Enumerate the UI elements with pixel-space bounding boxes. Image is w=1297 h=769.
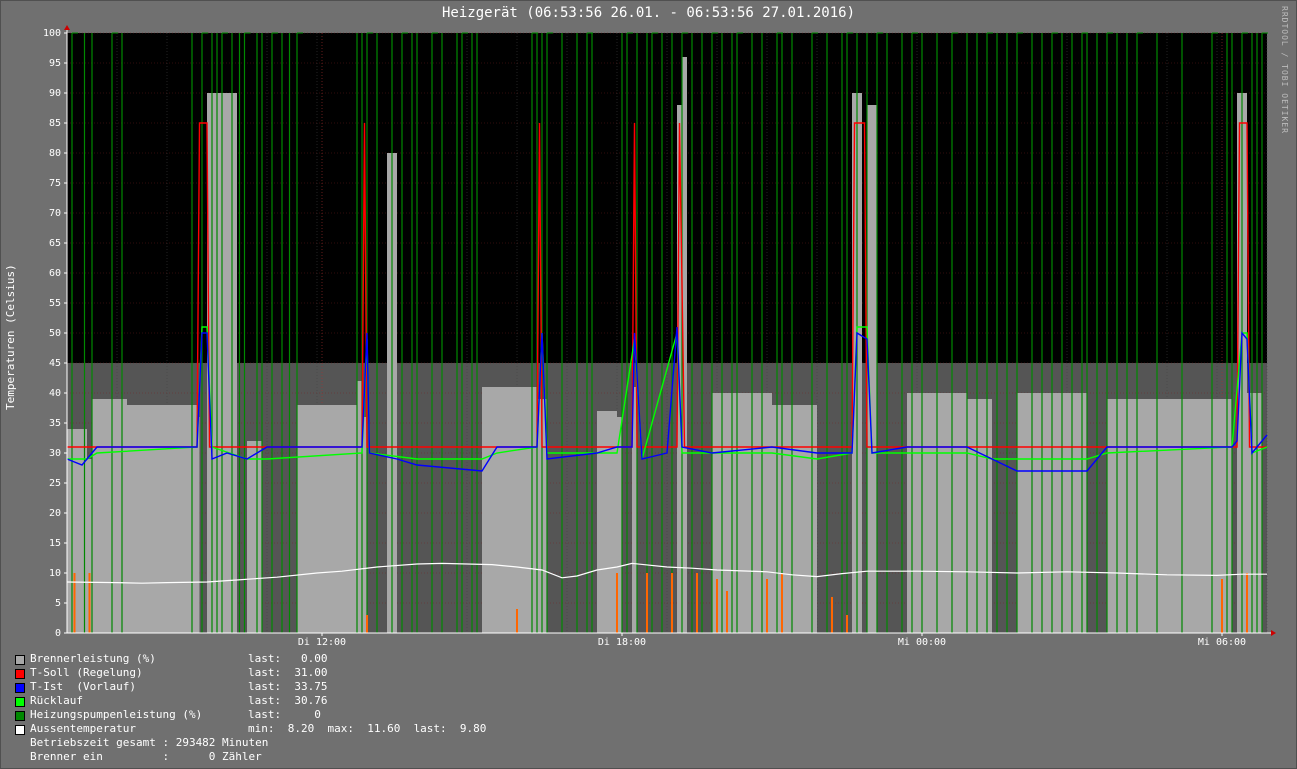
brenner-bar [127,405,197,633]
legend-stats: last: 0.00 [248,652,328,665]
brenner-bar [967,399,992,633]
y-tick-labels: 0 5 10 15 20 25 30 35 40 45 50 55 60 65 70 75 80 85 90 95 10… [43,28,67,639]
y-tick-label: 40 [49,388,61,399]
y-tick-label: 5 [55,598,61,609]
legend-label: Aussentemperatur [30,722,136,735]
brenner-bar [247,441,262,633]
legend-label: T-Ist (Vorlauf) [30,680,136,693]
y-tick-label: 65 [49,238,61,249]
legend-label: T-Soll (Regelung) [30,666,143,679]
legend-swatch [15,725,25,735]
y-tick-label: 20 [49,508,61,519]
y-tick-label: 85 [49,118,61,129]
y-tick-label: 50 [49,328,61,339]
x-tick-label: Mi 00:00 [898,637,946,648]
y-tick-label: 15 [49,538,61,549]
legend-stats: last: 33.75 [248,680,328,693]
legend-label: Heizungspumpenleistung (%) [30,708,203,721]
legend-swatch [15,683,25,693]
y-tick-label: 45 [49,358,61,369]
y-tick-label: 55 [49,298,61,309]
x-tick-label: Di 12:00 [298,637,346,648]
legend-swatch [15,697,25,707]
brenner-bar [712,393,772,633]
brenner-bar [197,417,200,633]
y-tick-label: 35 [49,418,61,429]
legend-swatch [15,711,25,721]
legend-label: Brennerleistung (%) [30,652,156,665]
y-tick-label: 60 [49,268,61,279]
legend-stats: last: 30.76 [248,694,328,707]
y-tick-label: 100 [43,28,61,39]
y-tick-label: 25 [49,478,61,489]
legend-stats: last: 31.00 [248,666,328,679]
brenner-bar [357,381,362,633]
x-tick-label: Mi 06:00 [1198,637,1246,648]
y-tick-label: 75 [49,178,61,189]
x-tick-labels: Di 12:00 Di 18:00 Mi 00:00 Mi 06:00 [298,633,1246,648]
y-tick-label: 95 [49,58,61,69]
y-tick-label: 0 [55,628,61,639]
legend-swatch [15,655,25,665]
legend-label: Rücklauf [30,694,83,707]
legend-stats: last: 0 [248,708,321,721]
y-axis-arrow [64,25,70,30]
brenner-bar [482,387,537,633]
x-axis-arrow [1271,630,1276,636]
y-tick-label: 30 [49,448,61,459]
x-tick-label: Di 18:00 [598,637,646,648]
y-tick-label: 10 [49,568,61,579]
brenner-bar [297,405,357,633]
chart-svg: 0 5 10 15 20 25 30 35 40 45 50 55 60 65 70 75 80 85 90 95 10… [43,25,1276,648]
y-tick-label: 80 [49,148,61,159]
legend-swatch [15,669,25,679]
brenner-bar [772,405,817,633]
brenner-bar [597,411,617,633]
footer-text: Betriebszeit gesamt : 293482 Minuten [30,736,269,749]
y-tick-label: 70 [49,208,61,219]
brenner-bar [1107,399,1232,633]
legend-stats: min: 8.20 max: 11.60 last: 9.80 [248,722,487,735]
footer-text: Brenner ein : 0 Zähler [30,750,262,763]
y-tick-label: 90 [49,88,61,99]
